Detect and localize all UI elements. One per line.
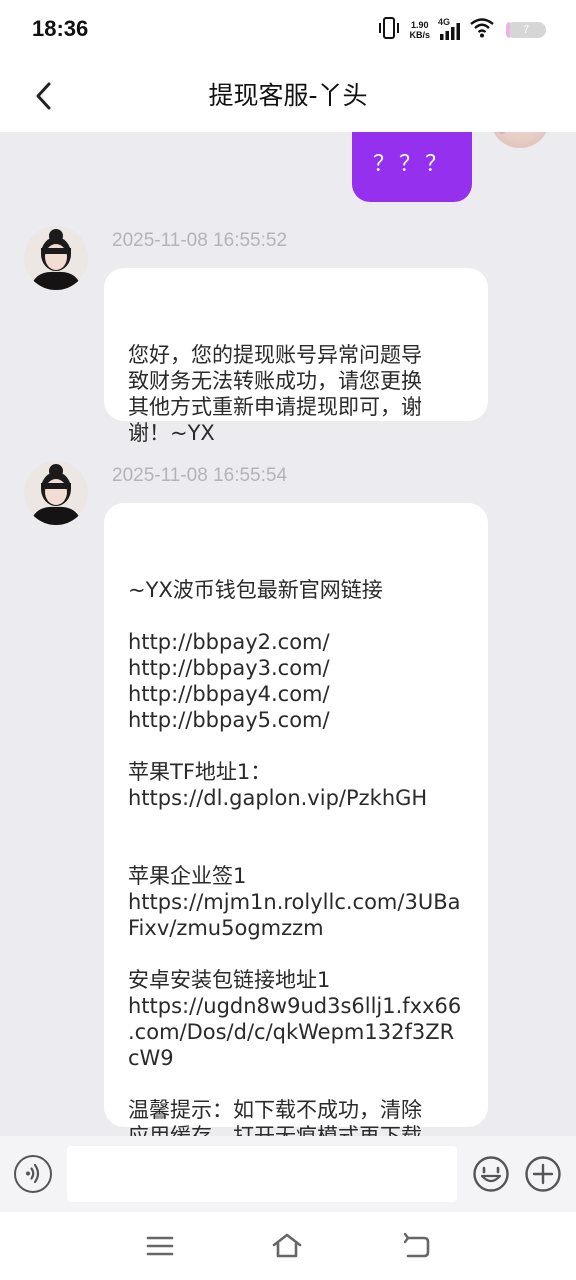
status-bar: 18:36 1.90 KB/s 4G 7 [0, 0, 576, 60]
message-input-bar [0, 1136, 576, 1212]
incoming-message-bubble[interactable]: 您好，您的提现账号异常问题导 致财务无法转账成功，请您更换 其他方式重新申请提现即可… [104, 268, 488, 445]
message-line [128, 603, 466, 629]
message-line: 谢！~YX [128, 421, 215, 445]
back-icon [403, 1232, 430, 1258]
back-button[interactable] [24, 76, 64, 116]
battery-level: 7 [522, 24, 530, 36]
my-avatar[interactable] [490, 132, 550, 148]
message-link[interactable]: cW9 [128, 1045, 466, 1071]
status-icons: 1.90 KB/s 4G 7 [377, 16, 546, 44]
message-line [128, 941, 466, 967]
emoji-icon [473, 1156, 509, 1192]
message-line: ~YX波币钱包最新官网链接 [128, 578, 383, 602]
message-line: 应用缓存，打开无痕模式再下载 [128, 1124, 422, 1136]
chat-header: 提现客服-丫头 [0, 60, 576, 132]
message-link[interactable]: Fixv/zmu5ogmzzm [128, 915, 466, 941]
message-line: 温馨提示：如下载不成功，清除 [128, 1098, 422, 1122]
net-speed: 1.90 KB/s [409, 20, 430, 40]
home-button[interactable] [271, 1230, 303, 1262]
net-speed-unit: KB/s [409, 30, 430, 40]
signal-icon: 4G [438, 17, 462, 41]
message-link[interactable]: https://dl.gaplon.vip/PzkhGH [128, 785, 466, 811]
message-line: 苹果TF地址1： [128, 760, 272, 784]
wifi-icon [470, 18, 494, 42]
message-line: 致财务无法转账成功，请您更换 [128, 369, 422, 393]
message-link[interactable]: http://bbpay4.com/ [128, 681, 466, 707]
agent-avatar[interactable] [24, 226, 88, 290]
page-title: 提现客服-丫头 [208, 81, 368, 110]
message-line [128, 837, 466, 863]
message-link[interactable]: http://bbpay2.com/ [128, 629, 466, 655]
plus-icon [525, 1156, 561, 1192]
menu-button[interactable] [144, 1230, 176, 1262]
home-icon [272, 1233, 302, 1258]
system-nav-bar [0, 1212, 576, 1280]
battery-icon: 7 [506, 22, 546, 38]
message-line [128, 733, 466, 759]
agent-avatar[interactable] [24, 461, 88, 525]
menu-icon [146, 1236, 174, 1256]
message-input[interactable] [67, 1146, 457, 1202]
message-line [128, 811, 466, 837]
voice-icon [26, 1163, 40, 1184]
message-link[interactable]: http://bbpay5.com/ [128, 707, 466, 733]
message-line [128, 1071, 466, 1097]
vibrate-icon [377, 17, 401, 43]
more-button[interactable] [524, 1155, 562, 1193]
status-time: 18:36 [32, 16, 89, 41]
chat-messages[interactable]: ？？？ 2025-11-08 16:55:52 您好，您的提现账号异常问题导 致财… [0, 132, 576, 1136]
message-timestamp: 2025-11-08 16:55:52 [112, 230, 288, 251]
chevron-left-icon [36, 82, 51, 110]
incoming-message-bubble[interactable]: ~YX波币钱包最新官网链接 http://bbpay2.com/http://bb… [104, 503, 488, 1136]
message-line: 其他方式重新申请提现即可，谢 [128, 395, 422, 419]
outgoing-message-bubble[interactable]: ？？？ [352, 132, 472, 202]
message-line: 您好，您的提现账号异常问题导 [128, 343, 422, 367]
emoji-button[interactable] [472, 1155, 510, 1193]
message-link[interactable]: .com/Dos/d/c/qkWepm132f3ZR [128, 1019, 466, 1045]
message-link[interactable]: http://bbpay3.com/ [128, 655, 466, 681]
message-timestamp: 2025-11-08 16:55:54 [112, 465, 288, 486]
system-back-button[interactable] [400, 1230, 432, 1262]
message-line: 苹果企业签1 [128, 864, 247, 888]
voice-button[interactable] [14, 1155, 52, 1193]
message-line: 安卓安装包链接地址1 [128, 968, 331, 992]
message-link[interactable]: https://ugdn8w9ud3s6llj1.fxx66 [128, 993, 466, 1019]
message-link[interactable]: https://mjm1n.rolyllc.com/3UBa [128, 889, 466, 915]
net-speed-value: 1.90 [410, 20, 429, 30]
